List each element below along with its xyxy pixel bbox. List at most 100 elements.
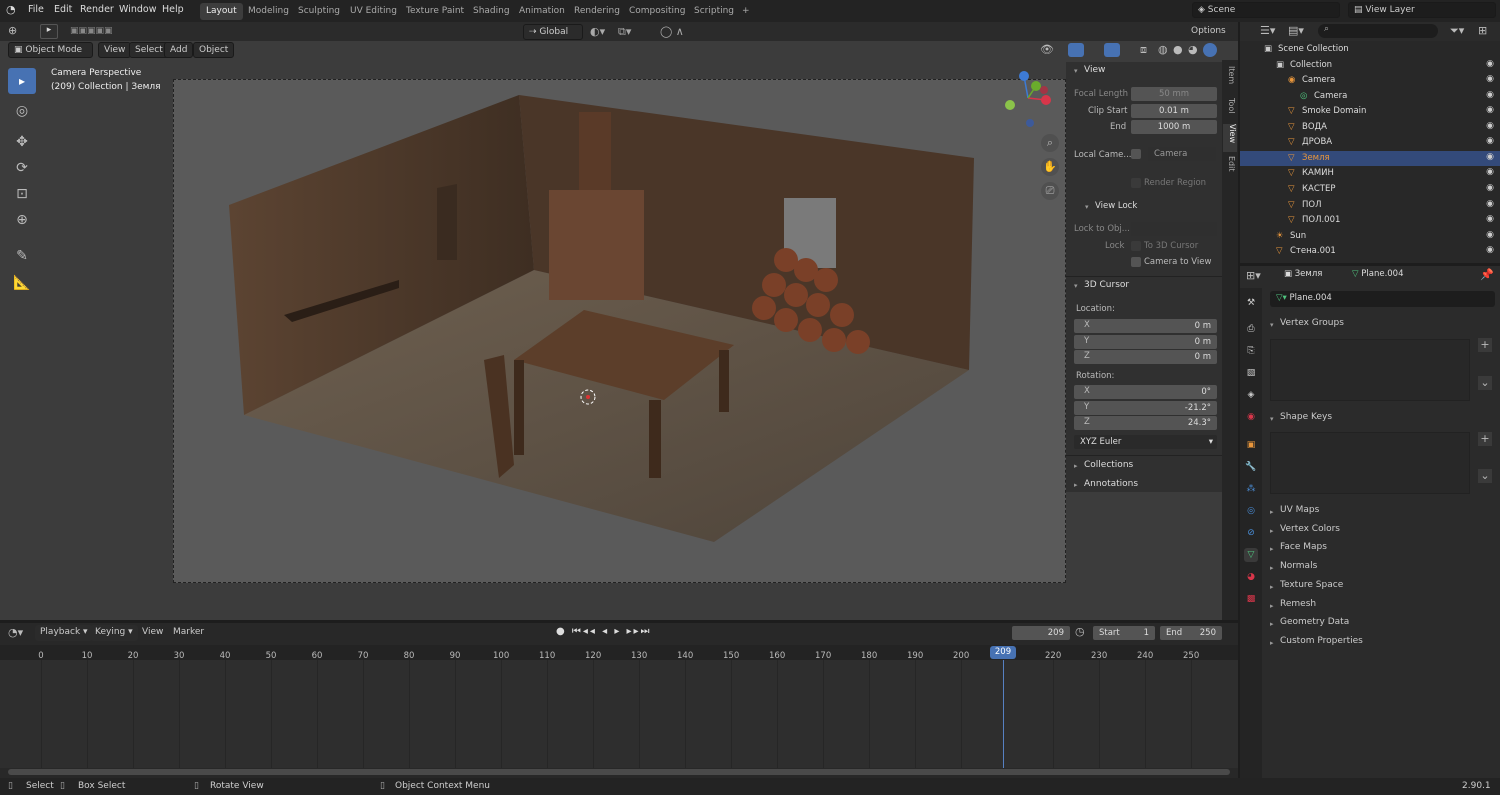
local-camera-checkbox[interactable] [1131, 149, 1141, 159]
view-lock-title[interactable]: View Lock [1095, 201, 1137, 211]
measure-tool-icon[interactable]: 📐 [8, 271, 36, 295]
outliner-row[interactable]: ◎ Camera ◉ [1240, 89, 1500, 105]
outliner-type-icon[interactable]: ☰▾ [1260, 23, 1275, 39]
object-tab-icon[interactable]: ▣ [1244, 438, 1258, 452]
current-frame-field[interactable]: 209 [1012, 626, 1070, 640]
viewport-menu-select[interactable]: Select [129, 42, 169, 58]
timeline-scrollbar[interactable] [8, 769, 1230, 775]
editor-type-icon[interactable]: ⊕ [8, 23, 17, 39]
rotation-y-field[interactable]: -21.2° [1074, 400, 1217, 415]
visibility-eye-icon[interactable]: ◉ [1486, 245, 1494, 255]
outliner-row[interactable]: ▣ Collection ◉ [1240, 58, 1500, 74]
tab-shading[interactable]: Shading [467, 3, 516, 20]
particles-tab-icon[interactable]: ⁂ [1244, 482, 1258, 496]
move-tool-icon[interactable]: ✥ [8, 130, 36, 154]
overlay-toggle-icon[interactable] [1104, 43, 1120, 57]
pivot-icon[interactable]: ◐▾ [590, 24, 605, 40]
outliner-row[interactable]: ▽ ПОЛ.001 ◉ [1240, 213, 1500, 229]
vertex-group-menu-icon[interactable]: ⌄ [1478, 376, 1492, 390]
rotation-z-field[interactable]: 24.3° [1074, 416, 1217, 430]
menu-render[interactable]: Render [80, 4, 114, 15]
outliner-row[interactable]: ▣ Scene Collection [1240, 42, 1500, 58]
lock-object-field[interactable] [1131, 222, 1217, 236]
camera-to-view-checkbox[interactable] [1131, 257, 1141, 267]
tool-tab-icon[interactable]: ⚒ [1244, 296, 1258, 310]
property-section-geometry-data[interactable]: Geometry Data [1280, 617, 1349, 627]
outliner-row[interactable]: ▽ Стена.001 ◉ [1240, 244, 1500, 260]
shape-key-menu-icon[interactable]: ⌄ [1478, 469, 1492, 483]
blender-logo-icon[interactable]: ◔ [6, 2, 16, 18]
pan-hand-icon[interactable]: ✋ [1041, 158, 1059, 176]
constraints-tab-icon[interactable]: ⊘ [1244, 526, 1258, 540]
rotate-tool-icon[interactable]: ⟳ [8, 156, 36, 180]
annotations-section[interactable]: Annotations [1084, 479, 1138, 489]
mode-dropdown[interactable]: ▣ Object Mode ▾ [8, 42, 93, 69]
location-y-field[interactable]: 0 m [1074, 334, 1217, 349]
annotate-tool-icon[interactable]: ✎ [8, 244, 36, 268]
render-tab-icon[interactable]: ⎙ [1244, 322, 1258, 336]
physics-tab-icon[interactable]: ◎ [1244, 504, 1258, 518]
scene-tab-icon[interactable]: ◈ [1244, 388, 1258, 402]
viewport-menu-object[interactable]: Object [193, 42, 235, 58]
property-section-custom-properties[interactable]: Custom Properties [1280, 636, 1363, 646]
focal-length-field[interactable]: 50 mm [1131, 87, 1217, 101]
view-layer-selector[interactable]: ▤ View Layer [1348, 2, 1496, 18]
display-mode-icon[interactable]: ▤▾ [1288, 23, 1304, 39]
filter-icon[interactable]: ⏷▾ [1450, 23, 1464, 39]
snap-icon[interactable]: ⧉▾ [618, 24, 631, 40]
outliner-row[interactable]: ▽ ПОЛ ◉ [1240, 198, 1500, 214]
add-vertex-group-icon[interactable]: + [1478, 338, 1492, 352]
tab-scripting[interactable]: Scripting [688, 3, 740, 20]
select-mode-icon[interactable]: ▸ [40, 24, 58, 39]
tab-modeling[interactable]: Modeling [242, 3, 295, 20]
tab-sculpting[interactable]: Sculpting [292, 3, 346, 20]
outliner-row[interactable]: ▽ КАСТЕР ◉ [1240, 182, 1500, 198]
gizmo-toggle-icon[interactable] [1068, 43, 1084, 57]
visibility-eye-icon[interactable]: ◉ [1486, 105, 1494, 115]
view-layer-tab-icon[interactable]: ▧ [1244, 366, 1258, 380]
outliner-row[interactable]: ▽ Smoke Domain ◉ [1240, 104, 1500, 120]
location-x-field[interactable]: 0 m [1074, 319, 1217, 333]
outliner-row[interactable]: ◉ Camera ◉ [1240, 73, 1500, 89]
tab-uv-editing[interactable]: UV Editing [344, 3, 403, 20]
solid-shading-icon[interactable]: ● [1173, 42, 1183, 58]
texture-tab-icon[interactable]: ▩ [1244, 592, 1258, 606]
rotation-mode-dropdown[interactable]: XYZ Euler ▾ [1074, 435, 1217, 449]
menu-window[interactable]: Window [119, 4, 156, 15]
visibility-eye-icon[interactable]: ◉ [1486, 136, 1494, 146]
rotation-x-field[interactable]: 0° [1074, 385, 1217, 399]
property-section-vertex-colors[interactable]: Vertex Colors [1280, 524, 1340, 534]
tab-edit[interactable]: Edit [1224, 156, 1236, 178]
playhead-frame[interactable]: 209 [990, 646, 1016, 659]
tab-compositing[interactable]: Compositing [623, 3, 691, 20]
data-tab-icon[interactable]: ▽ [1244, 548, 1258, 562]
start-frame-field[interactable]: Start 1 [1093, 626, 1155, 640]
property-section-face-maps[interactable]: Face Maps [1280, 542, 1327, 552]
tab-tool[interactable]: Tool [1224, 98, 1236, 122]
visibility-eye-icon[interactable]: ◉ [1486, 183, 1494, 193]
mesh-datablock-field[interactable]: ▽▾ Plane.004 [1270, 291, 1495, 307]
playback-menu[interactable]: Playback ▾ [35, 625, 93, 641]
keying-menu[interactable]: Keying ▾ [90, 625, 138, 641]
visibility-eye-icon[interactable]: ◉ [1486, 90, 1494, 100]
add-shape-key-icon[interactable]: + [1478, 432, 1492, 446]
viewport-menu-add[interactable]: Add [164, 42, 194, 58]
material-tab-icon[interactable]: ◕ [1244, 570, 1258, 584]
new-collection-icon[interactable]: ⊞ [1478, 23, 1487, 39]
pin-icon[interactable]: 📌 [1480, 267, 1494, 283]
outliner-row[interactable]: ▽ Земля ◉ [1240, 150, 1500, 167]
location-z-field[interactable]: 0 m [1074, 350, 1217, 364]
outliner-row[interactable]: ☀ Sun ◉ [1240, 229, 1500, 245]
lock-cursor-checkbox[interactable] [1131, 241, 1141, 251]
menu-file[interactable]: File [28, 4, 44, 15]
proportional-icon[interactable]: ◯ ∧ [660, 24, 684, 40]
render-region-checkbox[interactable] [1131, 178, 1141, 188]
menu-edit[interactable]: Edit [54, 4, 72, 15]
tab-view[interactable]: View [1223, 124, 1237, 152]
menu-help[interactable]: Help [162, 4, 184, 15]
clock-icon[interactable]: ◷ [1075, 624, 1085, 640]
material-shading-icon[interactable]: ◕ [1188, 42, 1198, 58]
visibility-eye-icon[interactable]: ◉ [1486, 74, 1494, 84]
collections-section[interactable]: Collections [1084, 460, 1133, 470]
outliner-row[interactable]: ▽ КАМИН ◉ [1240, 166, 1500, 182]
